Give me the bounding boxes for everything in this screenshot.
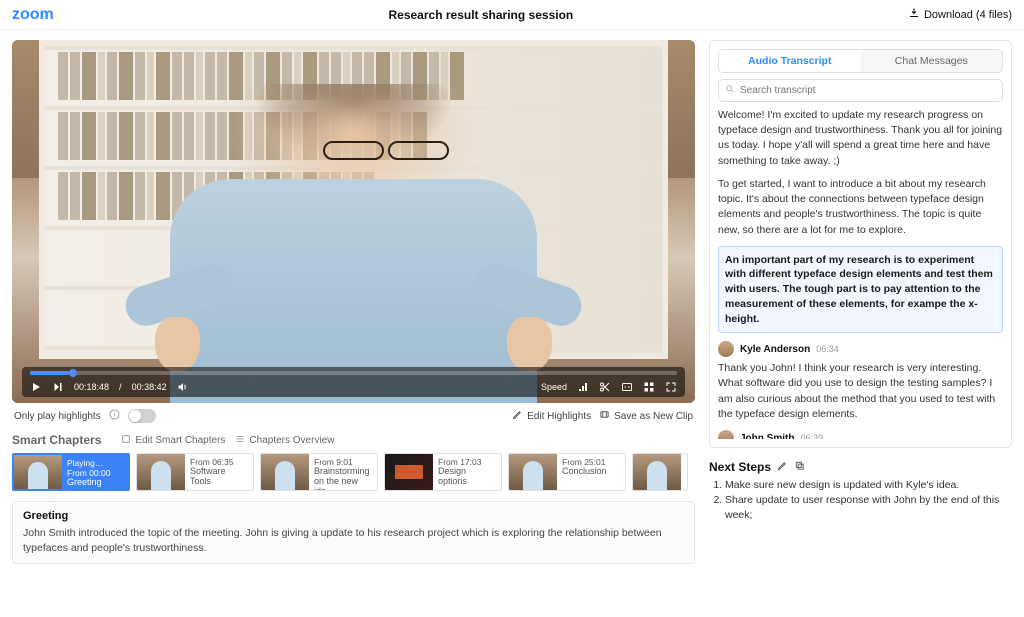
tab-chat-messages[interactable]: Chat Messages <box>861 50 1003 72</box>
speaker-time: 06:34 <box>816 344 839 354</box>
speaker-row: John Smith 06:39 <box>718 430 1003 439</box>
only-highlights-label: Only play highlights <box>14 411 101 422</box>
chapter-item[interactable]: From 9:01Brainstorming on the new ide… <box>260 453 378 491</box>
chapter-name: Greeting <box>67 478 123 488</box>
clip-icon <box>599 409 610 423</box>
copy-icon[interactable] <box>794 460 805 474</box>
transcript-panel: Audio Transcript Chat Messages Welcome! … <box>709 40 1012 448</box>
chapter-item[interactable]: From 25:01Conclusion <box>508 453 626 491</box>
captions-icon[interactable] <box>621 381 633 393</box>
transcript-tabs: Audio Transcript Chat Messages <box>718 49 1003 73</box>
search-input[interactable] <box>718 79 1003 102</box>
page-title: Research result sharing session <box>54 8 908 22</box>
video-player[interactable]: 00:18:48 / 00:38:42 Speed <box>12 40 695 403</box>
search-icon <box>725 84 735 97</box>
edit-highlights-button[interactable]: Edit Highlights <box>512 409 591 423</box>
fullscreen-icon[interactable] <box>665 381 677 393</box>
summary-heading: Greeting <box>23 510 684 522</box>
chapter-name: Brainstorming on the new ide… <box>314 467 372 491</box>
download-button[interactable]: Download (4 files) <box>908 7 1012 22</box>
edit-chapters-link[interactable]: Edit Smart Chapters <box>121 434 225 447</box>
chapters-list: Playing…From 00:00GreetingFrom 06:35Soft… <box>12 453 695 491</box>
chapter-item[interactable]: From 06:35Software Tools <box>136 453 254 491</box>
volume-icon[interactable] <box>177 381 189 393</box>
chapter-item[interactable]: Playing…From 00:00Greeting <box>12 453 130 491</box>
next-step-item: Share update to user response with John … <box>725 493 1012 523</box>
avatar <box>718 430 734 439</box>
next-icon[interactable] <box>52 381 64 393</box>
speaker-name: Kyle Anderson <box>740 344 810 355</box>
save-clip-button[interactable]: Save as New Clip <box>599 409 693 423</box>
chapter-name: Conclusion <box>562 467 620 477</box>
chapter-item-peek[interactable] <box>632 453 688 491</box>
list-icon <box>235 434 245 447</box>
time-elapsed: 00:18:48 <box>74 382 109 392</box>
save-clip-label: Save as New Clip <box>614 411 693 422</box>
download-icon <box>908 7 920 22</box>
video-controls: 00:18:48 / 00:38:42 Speed <box>22 367 685 397</box>
chapter-playing: Playing… <box>67 458 123 468</box>
progress-bar[interactable] <box>30 371 677 375</box>
speaker-row: Kyle Anderson 06:34 <box>718 341 1003 357</box>
download-label: Download (4 files) <box>924 9 1012 21</box>
chapter-summary: Greeting John Smith introduced the topic… <box>12 501 695 564</box>
speed-label[interactable]: Speed <box>541 382 567 392</box>
brand-logo[interactable]: zoom <box>12 6 54 24</box>
time-total: 00:38:42 <box>132 382 167 392</box>
play-icon[interactable] <box>30 381 42 393</box>
speaker-name: John Smith <box>740 433 794 439</box>
chapter-name: Design options <box>438 467 496 487</box>
next-steps: Next Steps Make sure new design is updat… <box>709 460 1012 524</box>
speaker-text: Thank you John! I think your research is… <box>718 361 1003 422</box>
smart-chapters-title: Smart Chapters <box>12 433 101 447</box>
summary-text: John Smith introduced the topic of the m… <box>23 526 684 555</box>
transcript-p1: Welcome! I'm excited to update my resear… <box>718 108 1003 169</box>
pencil-icon[interactable] <box>777 460 788 474</box>
search-field[interactable] <box>740 85 996 96</box>
edit-highlights-label: Edit Highlights <box>527 411 591 422</box>
adjust-icon[interactable] <box>577 381 589 393</box>
speaker-time: 06:39 <box>800 433 823 439</box>
scissors-icon[interactable] <box>599 381 611 393</box>
chapter-item[interactable]: From 17:03Design options <box>384 453 502 491</box>
edit-icon <box>121 434 131 447</box>
chapters-overview-link[interactable]: Chapters Overview <box>235 434 334 447</box>
info-icon[interactable] <box>109 409 120 423</box>
transcript-highlight[interactable]: An important part of my research is to e… <box>718 246 1003 333</box>
chapter-name: Software Tools <box>190 467 248 487</box>
transcript-p2: To get started, I want to introduce a bi… <box>718 177 1003 238</box>
avatar <box>718 341 734 357</box>
pencil-icon <box>512 409 523 423</box>
only-highlights-toggle[interactable] <box>128 409 156 423</box>
tab-audio-transcript[interactable]: Audio Transcript <box>719 50 861 72</box>
grid-icon[interactable] <box>643 381 655 393</box>
next-steps-title: Next Steps <box>709 460 771 474</box>
next-step-item: Make sure new design is updated with Kyl… <box>725 478 1012 493</box>
